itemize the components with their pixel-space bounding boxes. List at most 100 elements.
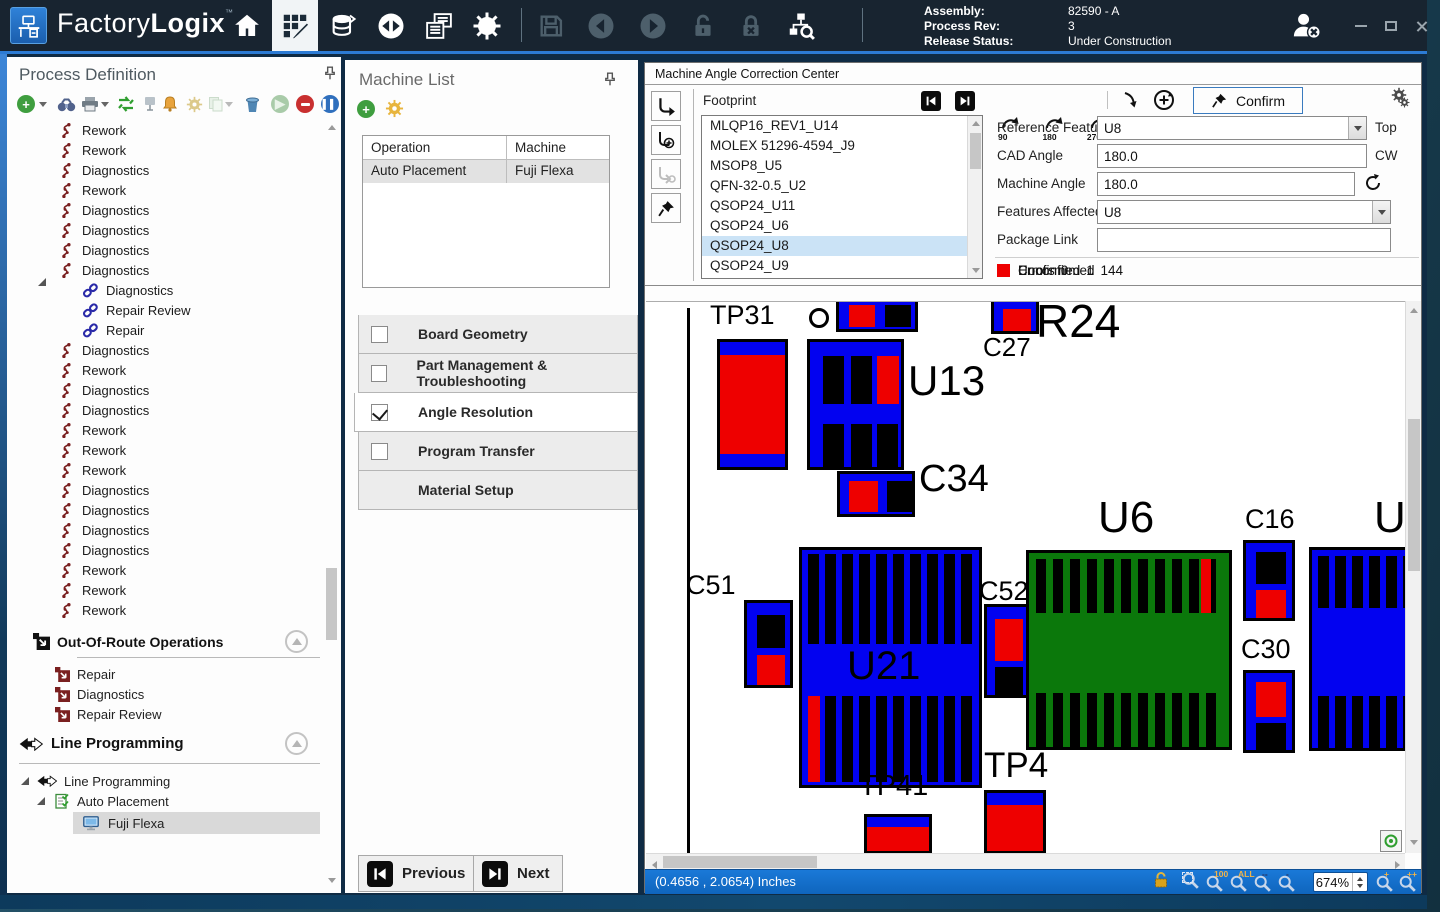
pin-dart-button[interactable] (651, 193, 681, 223)
home-button[interactable] (224, 0, 270, 51)
pcb-component-u-right[interactable] (1309, 547, 1405, 751)
pcb-component-u6[interactable] (1026, 550, 1232, 750)
wizard-step[interactable]: Program Transfer (358, 432, 638, 471)
collapse-line-programming-button[interactable] (285, 732, 308, 755)
machine-angle-refresh-button[interactable] (1363, 173, 1383, 193)
zoom-in-double-button[interactable]: ++ (1398, 871, 1421, 893)
scroll-up-arrow[interactable] (324, 120, 339, 135)
scroll-down-arrow[interactable] (324, 873, 339, 888)
package-link-input[interactable] (1097, 228, 1391, 252)
cad-angle-input[interactable] (1097, 144, 1367, 168)
scroll-up-arrow[interactable] (1406, 303, 1422, 318)
pcb-component-tp4[interactable] (984, 790, 1046, 853)
footprint-item[interactable]: MSOP8_U5 (702, 156, 982, 176)
user-logout-button[interactable] (1280, 0, 1332, 51)
tree-item[interactable]: Diagnostics (7, 380, 323, 400)
pcb-component-c27[interactable] (991, 301, 1039, 334)
footprint-item[interactable]: QSOP24_U6 (702, 216, 982, 236)
pcb-component-u13[interactable] (807, 339, 904, 470)
zoom-in-button[interactable]: + (1375, 871, 1398, 893)
expander-icon[interactable] (37, 797, 45, 805)
column-machine[interactable]: Machine (507, 136, 609, 159)
scroll-down-arrow[interactable] (968, 263, 983, 278)
tree-item[interactable]: Diagnostics (7, 340, 323, 360)
tree-item[interactable]: Diagnostics (7, 500, 323, 520)
rotate-add-button[interactable] (651, 125, 681, 155)
step-checkbox[interactable] (371, 404, 388, 421)
canvas-vertical-scrollbar[interactable] (1405, 301, 1421, 853)
back-button[interactable] (578, 0, 624, 51)
footprint-item[interactable]: QSOP24_U8 (702, 236, 982, 256)
scroll-up-arrow[interactable] (968, 116, 983, 131)
pin-icon[interactable] (323, 66, 337, 80)
auto-placement-node[interactable]: Auto Placement (37, 791, 169, 811)
line-programming-root[interactable]: Line Programming (21, 771, 170, 791)
zoom-100-button[interactable]: 100 (1205, 871, 1228, 893)
expander-icon[interactable] (38, 263, 46, 278)
out-of-route-item[interactable]: Repair (7, 664, 323, 684)
stop-button[interactable] (294, 93, 316, 115)
scroll-down-arrow[interactable] (1406, 835, 1422, 850)
column-operation[interactable]: Operation (363, 136, 507, 159)
fuji-flexa-node[interactable]: Fuji Flexa (73, 812, 320, 834)
footprint-item[interactable]: QSOP24_U9 (702, 256, 982, 276)
footprint-item[interactable]: QSOP24_U11 (702, 196, 982, 216)
arrow-tool-button[interactable] (1121, 90, 1141, 110)
rotate-circle-button[interactable] (1153, 89, 1175, 111)
correction-settings-button[interactable] (1391, 87, 1410, 108)
tree-item[interactable]: Rework (7, 600, 323, 620)
pin-icon[interactable] (603, 72, 617, 86)
machine-wizard-button[interactable] (385, 99, 404, 118)
close-button[interactable] (1408, 15, 1434, 37)
wizard-step[interactable]: Part Management & Troubleshooting (358, 354, 638, 393)
documents-button[interactable] (416, 0, 462, 51)
minimize-button[interactable] (1348, 15, 1374, 37)
tree-item[interactable]: Rework (7, 560, 323, 580)
materials-button[interactable] (320, 0, 366, 51)
maximize-button[interactable] (1378, 15, 1404, 37)
confirm-button[interactable]: Confirm (1193, 87, 1303, 114)
tree-item[interactable]: Repair Review (7, 300, 323, 320)
zoom-spinner-arrows[interactable] (1352, 873, 1367, 891)
zoom-lock-button[interactable] (1153, 871, 1176, 893)
copy-dropdown-caret[interactable] (223, 93, 235, 115)
zoom-level-spinner[interactable]: 674% (1313, 872, 1368, 892)
canvas-horizontal-scrollbar[interactable] (646, 853, 1405, 869)
tree-item[interactable]: Diagnostics (7, 260, 323, 280)
tree-item[interactable]: Diagnostics (7, 240, 323, 260)
reference-feature-combo[interactable]: U8 (1097, 116, 1367, 140)
pcb-component-c16[interactable] (1243, 540, 1295, 621)
expander-icon[interactable] (21, 777, 29, 785)
forward-button[interactable] (630, 0, 676, 51)
process-search-button[interactable] (778, 0, 824, 51)
step-checkbox[interactable] (371, 326, 388, 343)
pcb-component-u21[interactable]: U21 (799, 547, 982, 788)
pcb-component-tp31[interactable] (717, 339, 788, 470)
features-affected-combo[interactable]: U8 (1097, 200, 1391, 224)
configure-gear-button[interactable] (183, 93, 205, 115)
footprint-previous-button[interactable] (921, 91, 941, 111)
tree-item[interactable]: Diagnostics (7, 220, 323, 240)
zoom-all-button[interactable]: ALL (1229, 871, 1252, 893)
tree-item[interactable]: Diagnostics (7, 280, 323, 300)
next-button[interactable]: Next (473, 855, 563, 892)
scrollbar-thumb[interactable] (970, 133, 981, 169)
print-button[interactable] (79, 93, 101, 115)
tree-item[interactable]: Rework (7, 460, 323, 480)
wizard-step[interactable]: Angle Resolution (354, 393, 638, 432)
add-dropdown-caret[interactable] (37, 93, 49, 115)
pcb-component-top[interactable] (836, 301, 918, 332)
add-machine-button[interactable]: + (357, 100, 375, 118)
step-checkbox[interactable] (371, 365, 387, 382)
find-binoculars-button[interactable] (55, 93, 77, 115)
zoom-out-double-button[interactable]: -- (1253, 871, 1276, 893)
collapse-out-of-route-button[interactable] (285, 630, 308, 653)
footprint-item[interactable]: MOLEX 51296-4594_J9 (702, 136, 982, 156)
tree-item[interactable]: Rework (7, 120, 323, 140)
machine-angle-input[interactable] (1097, 172, 1355, 196)
tree-item[interactable]: Rework (7, 580, 323, 600)
out-of-route-item[interactable]: Diagnostics (7, 684, 323, 704)
tree-item[interactable]: Rework (7, 180, 323, 200)
tree-item[interactable]: Rework (7, 140, 323, 160)
footprint-item[interactable]: QFN-32-0.5_U2 (702, 176, 982, 196)
